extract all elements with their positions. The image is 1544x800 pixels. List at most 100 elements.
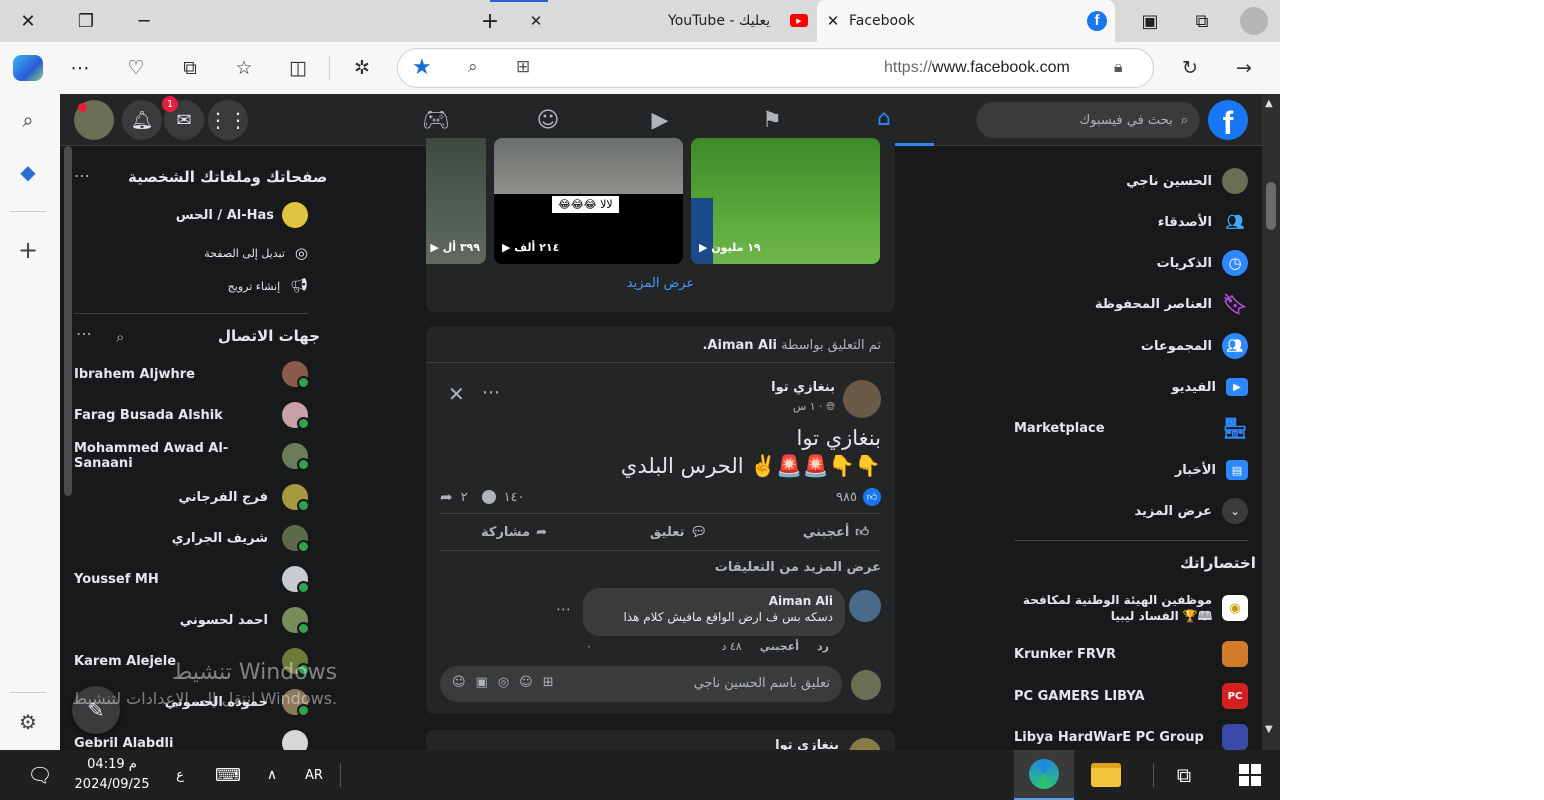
refresh-icon[interactable]: ↻ — [1168, 42, 1212, 94]
scroll-down-icon[interactable]: ▼ — [1265, 724, 1273, 735]
page-item[interactable]: الحس / Al-Has — [74, 198, 308, 232]
shortcut-item[interactable]: Krunker FRVR — [1014, 636, 1248, 672]
shortcut-item[interactable]: PC GAMERS LIBYA PC — [1014, 678, 1248, 714]
windows-start-icon[interactable] — [1222, 750, 1278, 800]
create-promotion-button[interactable]: إنشاء ترويج 📢︎ — [160, 278, 308, 294]
address-bar[interactable]: ★ ⌕ ⊞ https://www.facebook.com 🔒︎ — [397, 48, 1154, 88]
app-available-icon[interactable]: ⊞ — [516, 57, 530, 77]
post-author[interactable]: بنغازي توا — [775, 738, 839, 750]
lock-icon[interactable]: 🔒︎ — [1114, 57, 1123, 77]
like-button[interactable]: أعجبني 👍︎ — [803, 514, 869, 550]
reel-item[interactable]: ▶ ١٩ مليون — [691, 138, 880, 264]
tab-facebook[interactable]: ✕ Facebook f — [817, 0, 1115, 42]
scroll-up-icon[interactable]: ▲ — [1265, 98, 1273, 109]
sidebar-item-memories[interactable]: الذكريات ◷ — [1014, 245, 1248, 281]
language-indicator[interactable]: AR — [296, 750, 332, 800]
contact-item[interactable]: فرج الفرجاني — [74, 480, 310, 514]
file-explorer-icon[interactable] — [1076, 750, 1136, 800]
page-scrollbar[interactable]: ▲ ▼ — [1262, 94, 1280, 750]
shopping-tag-icon[interactable]: ◆ — [0, 152, 56, 192]
switch-to-page-button[interactable]: تبديل إلى الصفحة ◎ — [160, 244, 308, 262]
close-icon[interactable]: ✕ — [448, 382, 465, 406]
sidebar-item-news[interactable]: الأخبار ▤ — [1014, 452, 1248, 488]
bell-icon[interactable]: 🔔︎ — [122, 100, 162, 140]
shortcut-item[interactable]: موظفين الهيئة الوطنية لمكافحة الفساد ليب… — [1014, 588, 1248, 628]
copilot-icon[interactable] — [6, 42, 50, 94]
notifications-icon[interactable]: 🗨︎ — [14, 750, 66, 800]
minimize-window-icon[interactable]: ─ — [116, 0, 172, 42]
sidebar-item-marketplace[interactable]: Marketplace 🏪︎ — [1014, 410, 1248, 446]
reel-item[interactable]: ▶ ٣٩٩ أل — [426, 138, 486, 264]
sidebar-item-profile[interactable]: الحسين ناجي — [1014, 163, 1248, 199]
extensions-icon[interactable]: ✲ — [340, 42, 384, 94]
chevron-up-icon[interactable]: ∧ — [258, 750, 286, 800]
favorite-star-icon[interactable]: ★ — [412, 55, 432, 80]
contact-item[interactable]: Mohammed Awad Al-Sanaani — [74, 439, 310, 473]
account-alert-dot — [78, 103, 87, 112]
comment-author[interactable]: Aiman Ali — [595, 594, 833, 608]
scroll-thumb[interactable] — [1266, 182, 1276, 230]
see-more-link[interactable]: عرض المزيد — [426, 276, 895, 291]
left-panel-scrollbar[interactable] — [64, 146, 72, 496]
sidebar-item-friends[interactable]: الأصدقاء 👥︎ — [1014, 204, 1248, 240]
edge-taskbar-icon[interactable] — [1014, 750, 1074, 800]
comment-more-icon[interactable]: ⋯ — [556, 600, 571, 618]
more-comments-link[interactable]: عرض المزيد من التعليقات — [715, 560, 881, 575]
sidebar-item-video[interactable]: الفيديو ▶ — [1014, 369, 1248, 405]
commenter-avatar[interactable] — [849, 590, 881, 622]
gear-icon[interactable]: ⚙ — [0, 702, 56, 742]
new-tab-icon[interactable]: + — [462, 0, 518, 42]
clock[interactable]: 04:19 م 2024/09/25 — [70, 750, 154, 800]
close-tab-icon[interactable]: ✕ — [520, 12, 552, 30]
tab-actions-icon[interactable]: ▣ — [1122, 0, 1178, 42]
sidebar-see-more[interactable]: عرض المزيد ⌄ — [1014, 493, 1248, 529]
more-options-icon[interactable]: ⋯ — [74, 166, 90, 185]
reel-item[interactable]: 😂😂😂 لالا ▶ ٢١٤ ألف — [494, 138, 683, 264]
contact-item[interactable]: احمد لحسوني — [74, 603, 310, 637]
more-options-icon[interactable]: ⋯ — [76, 324, 92, 343]
contact-item[interactable]: Farag Busada Alshik — [74, 398, 310, 432]
thumbs-up-icon: 👍︎ — [855, 524, 869, 540]
author-avatar[interactable] — [843, 380, 881, 418]
comment-tool-icons[interactable]: ☺▣◎☺⊞ — [452, 675, 564, 690]
input-method-indicator[interactable]: ع — [166, 750, 194, 800]
engagement-summary[interactable]: ➦ ٢ ١٤٠ — [440, 488, 525, 506]
share-button[interactable]: مشاركة ➦ — [481, 514, 547, 550]
contact-item[interactable]: Youssef MH — [74, 562, 310, 596]
add-icon[interactable]: + — [0, 230, 56, 270]
zoom-icon[interactable]: ⌕ — [468, 57, 478, 77]
comment-reply-button[interactable]: رد — [817, 640, 829, 653]
comment-like-button[interactable]: أعجبني — [760, 640, 799, 653]
sidebar-item-groups[interactable]: المجموعات 👥︎ — [1014, 328, 1248, 364]
author-avatar[interactable] — [849, 738, 881, 750]
forward-icon[interactable]: → — [1222, 42, 1266, 94]
close-tab-icon[interactable]: ✕ — [817, 12, 849, 30]
collections-icon[interactable]: ⧉ — [168, 42, 212, 94]
profile-icon[interactable] — [1226, 0, 1282, 42]
shortcut-item[interactable]: Libya HardWarE PC Group — [1014, 719, 1248, 750]
my-avatar[interactable] — [851, 670, 881, 700]
settings-more-icon[interactable]: ⋯ — [58, 42, 102, 94]
search-icon[interactable]: ⌕ — [116, 328, 124, 346]
facebook-search-input[interactable]: بحث في فيسبوك ⌕ — [976, 102, 1200, 138]
keyboard-icon[interactable]: ⌨ — [206, 750, 250, 800]
contact-item[interactable]: Ibrahem Aljwhre — [74, 357, 310, 391]
write-comment-input[interactable]: تعليق باسم الحسين ناجي ☺▣◎☺⊞ — [440, 666, 842, 702]
more-options-icon[interactable]: ⋯ — [482, 382, 500, 403]
browser-essentials-icon[interactable]: ♡ — [114, 42, 158, 94]
favorites-icon[interactable]: ☆ — [222, 42, 266, 94]
task-view-icon[interactable]: ⧉ — [1162, 750, 1206, 800]
facebook-logo[interactable]: f — [1208, 100, 1248, 140]
tab-youtube[interactable]: ✕ YouTube - يعليك ▶ — [490, 0, 816, 42]
post-author[interactable]: بنغازي توا — [771, 380, 835, 395]
comment-button[interactable]: تعليق 💬︎ — [650, 514, 707, 550]
restore-window-icon[interactable]: ❐ — [58, 0, 114, 42]
workspaces-icon[interactable]: ⧉ — [1174, 0, 1230, 42]
menu-grid-icon[interactable]: ⋮⋮ — [208, 100, 248, 140]
sidebar-item-saved[interactable]: العناصر المحفوظة 🔖︎ — [1014, 286, 1248, 322]
reaction-summary[interactable]: ٩٨٥ 👍︎ — [836, 488, 881, 506]
split-screen-icon[interactable]: ◫ — [276, 42, 320, 94]
close-window-icon[interactable]: ✕ — [0, 0, 56, 42]
contact-item[interactable]: شريف الجراري — [74, 521, 310, 555]
search-icon[interactable]: ⌕ — [0, 100, 56, 140]
